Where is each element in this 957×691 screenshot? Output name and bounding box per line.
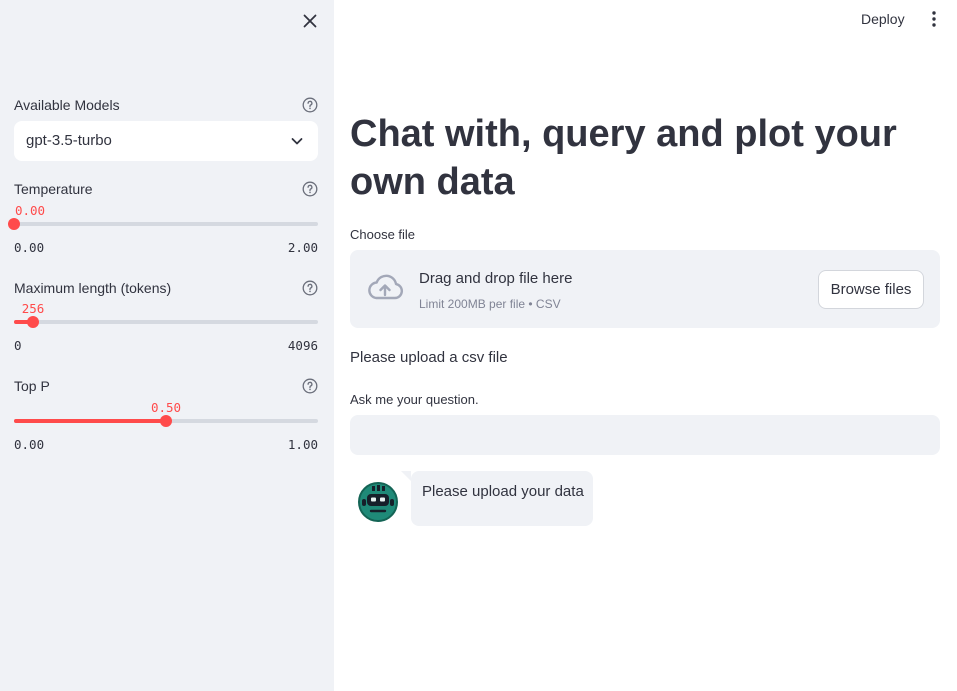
slider-thumb[interactable] [27, 316, 39, 328]
top-p-slider[interactable]: 0.50 0.00 1.00 [14, 400, 318, 460]
slider-fill [14, 419, 166, 423]
slider-value: 0.00 [14, 203, 46, 218]
file-dropzone[interactable]: Drag and drop file here Limit 200MB per … [350, 250, 940, 328]
help-icon[interactable] [302, 378, 318, 394]
chat-message: Please upload your data [350, 470, 940, 530]
close-icon [303, 14, 317, 28]
close-sidebar-button[interactable] [300, 11, 320, 31]
slider-thumb[interactable] [8, 218, 20, 230]
slider-max: 4096 [287, 338, 318, 353]
browse-files-button[interactable]: Browse files [818, 270, 924, 309]
slider-max: 1.00 [287, 437, 318, 452]
help-icon[interactable] [302, 181, 318, 197]
slider-thumb[interactable] [160, 415, 172, 427]
sidebar: Available Models gpt-3.5-turbo Temperatu… [0, 0, 334, 691]
chevron-down-icon [290, 134, 304, 148]
max-length-slider[interactable]: 256 0 4096 [14, 301, 318, 361]
main-content: Deploy Chat with, query and plot your ow… [334, 0, 957, 691]
slider-max: 2.00 [287, 240, 318, 255]
chat-bubble: Please upload your data [401, 471, 593, 526]
bubble-tail [401, 471, 411, 481]
deploy-button[interactable]: Deploy [861, 11, 905, 27]
temperature-label: Temperature [14, 181, 93, 197]
dropzone-subtitle: Limit 200MB per file • CSV [419, 297, 561, 311]
slider-min: 0 [14, 338, 22, 353]
page-title: Chat with, query and plot your own data [350, 113, 897, 203]
cloud-upload-icon [366, 272, 404, 304]
more-vertical-icon [932, 11, 936, 27]
top-p-label: Top P [14, 378, 50, 394]
model-select-value: gpt-3.5-turbo [26, 132, 112, 149]
robot-avatar [356, 480, 400, 524]
slider-value: 256 [21, 301, 45, 316]
dropzone-title: Drag and drop file here [419, 270, 573, 287]
help-icon[interactable] [302, 280, 318, 296]
slider-min: 0.00 [14, 240, 45, 255]
help-icon[interactable] [302, 97, 318, 113]
slider-min: 0.00 [14, 437, 45, 452]
question-input[interactable] [350, 415, 940, 455]
chat-message-text: Please upload your data [422, 483, 584, 500]
upload-message: Please upload a csv file [350, 349, 508, 366]
model-select[interactable]: gpt-3.5-turbo [14, 121, 318, 161]
temperature-slider[interactable]: 0.00 0.00 2.00 [8, 203, 318, 263]
max-length-label: Maximum length (tokens) [14, 280, 172, 296]
slider-value: 0.50 [150, 400, 182, 415]
slider-track[interactable] [14, 320, 318, 324]
main-menu-button[interactable] [927, 10, 941, 28]
model-select-label: Available Models [14, 97, 120, 113]
file-upload-label: Choose file [350, 227, 416, 242]
slider-track[interactable] [14, 222, 318, 226]
question-label: Ask me your question. [350, 392, 479, 407]
